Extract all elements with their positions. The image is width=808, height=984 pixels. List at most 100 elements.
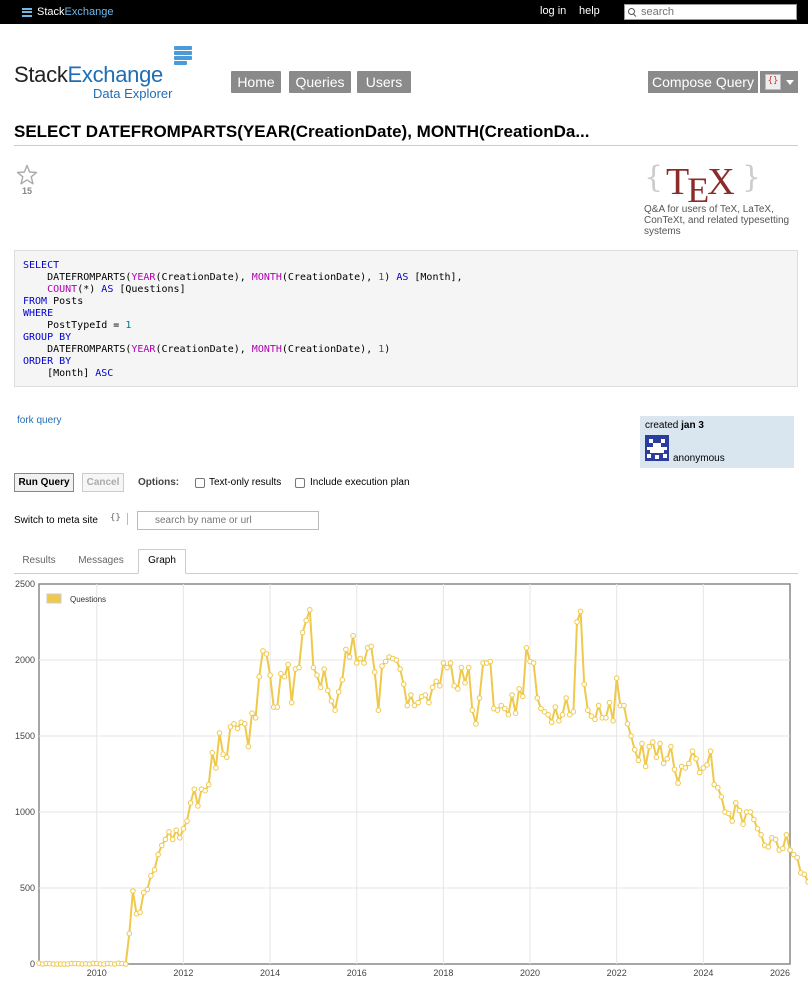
logo-title: StackExchange (14, 62, 163, 87)
data-point (234, 725, 241, 732)
y-tick-label: 2000 (15, 655, 35, 665)
execution-plan-label[interactable]: Include execution plan (310, 477, 410, 488)
text-only-checkbox[interactable] (195, 478, 205, 488)
data-point (693, 756, 699, 762)
data-point (552, 704, 559, 710)
data-point (668, 743, 674, 750)
data-point (660, 760, 667, 767)
tab-graph[interactable]: Graph (138, 549, 186, 574)
data-point (729, 818, 736, 824)
data-point (184, 818, 190, 824)
top-search-box[interactable] (624, 4, 797, 20)
data-point (509, 692, 515, 698)
data-point (209, 749, 216, 756)
data-point (162, 836, 169, 843)
data-point (224, 754, 230, 761)
data-point (202, 787, 208, 794)
data-point (122, 961, 129, 967)
data-point (177, 835, 183, 841)
sql-token: [Month], (408, 272, 463, 283)
cancel-button[interactable]: Cancel (82, 473, 124, 492)
site-search-input[interactable]: search by name or url (137, 511, 319, 530)
data-point (603, 715, 609, 721)
avatar[interactable] (645, 435, 669, 461)
fork-query-link[interactable]: fork query (17, 415, 61, 426)
legend-label: Questions (70, 595, 106, 604)
created-info-box: created jan 3 anonymous (640, 416, 794, 468)
switch-meta-label[interactable]: Switch to meta site (14, 515, 98, 526)
data-point (159, 842, 165, 849)
data-point (267, 672, 273, 678)
data-point (635, 757, 642, 764)
data-point (653, 754, 660, 761)
data-point (303, 617, 310, 624)
legend-swatch (46, 593, 62, 604)
sql-token: ) (384, 344, 391, 355)
data-point (231, 721, 237, 727)
text-only-label[interactable]: Text-only results (209, 477, 281, 488)
data-point (704, 762, 710, 768)
sql-token: ORDER BY (23, 356, 72, 367)
x-tick-label: 2024 (693, 968, 713, 978)
login-link[interactable]: log in (540, 5, 566, 17)
data-point (155, 851, 161, 858)
x-tick-label: 2016 (347, 968, 367, 978)
data-point (353, 660, 360, 666)
data-point (375, 707, 382, 713)
author-name[interactable]: anonymous (673, 453, 725, 464)
data-point (686, 760, 692, 767)
data-point (144, 886, 151, 893)
data-point (245, 743, 252, 750)
data-point (205, 781, 212, 788)
data-point (787, 847, 793, 853)
data-point (675, 780, 681, 786)
data-point (299, 629, 306, 636)
compose-menu-button[interactable]: {} (760, 71, 798, 93)
data-point (195, 803, 201, 809)
run-query-button[interactable]: Run Query (14, 473, 74, 492)
brace-right-icon: } (742, 160, 762, 195)
data-point (758, 831, 764, 838)
data-explorer-logo[interactable]: StackExchange Data Explorer (14, 46, 194, 101)
data-point (465, 664, 472, 671)
sql-token: (*) (77, 284, 102, 295)
tab-results[interactable]: Results (14, 551, 64, 573)
execution-plan-checkbox[interactable] (295, 478, 305, 488)
tex-site-logo[interactable]: { TEX } (644, 160, 784, 210)
y-tick-label: 0 (30, 959, 35, 969)
data-point (631, 746, 638, 753)
help-link[interactable]: help (579, 5, 600, 17)
top-bar: Stack Exchange log in help (0, 0, 808, 24)
sql-token: Posts (47, 296, 84, 307)
stackexchange-brand-link[interactable]: Stack Exchange (22, 4, 113, 20)
data-point (444, 664, 450, 671)
nav-users[interactable]: Users (357, 71, 411, 93)
data-point (151, 867, 158, 873)
tab-messages[interactable]: Messages (72, 551, 130, 573)
x-tick-label: 2014 (260, 968, 280, 978)
data-point (173, 827, 179, 833)
nav-home[interactable]: Home (231, 71, 281, 93)
data-point (263, 651, 270, 657)
sql-token: [Questions] (113, 284, 186, 295)
data-point (130, 888, 136, 894)
data-point (671, 766, 678, 773)
data-point (332, 707, 338, 713)
nav-queries[interactable]: Queries (289, 71, 351, 93)
compose-query-button[interactable]: Compose Query (648, 71, 758, 93)
data-point (801, 871, 808, 878)
sql-token: WHERE (23, 308, 54, 319)
sql-code-box: SELECT DATEFROMPARTS(YEAR(CreationDate),… (14, 250, 798, 387)
x-tick-label: 2020 (520, 968, 540, 978)
sql-token: COUNT (47, 284, 78, 295)
y-tick-label: 1000 (15, 807, 35, 817)
data-point (400, 681, 407, 688)
top-search-input[interactable] (641, 6, 791, 18)
data-point (725, 810, 732, 817)
meta-site-icon[interactable]: {} (110, 513, 121, 523)
data-point (512, 710, 519, 716)
created-text: created jan 3 (645, 420, 704, 431)
x-tick-label: 2018 (433, 968, 453, 978)
star-icon[interactable] (16, 164, 38, 186)
sql-token: ) (384, 272, 397, 283)
